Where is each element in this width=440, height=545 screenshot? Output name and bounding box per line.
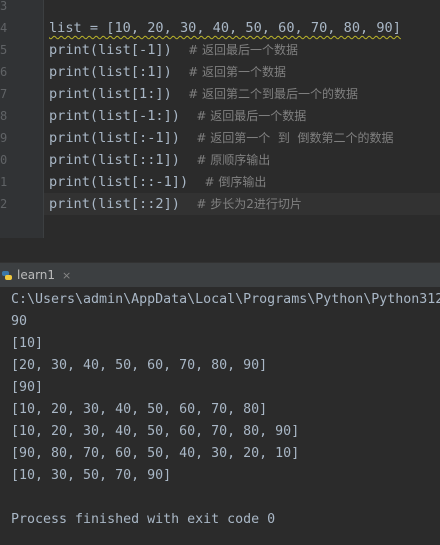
console-line: [10] bbox=[11, 336, 44, 351]
console-line: [90, 80, 70, 60, 50, 40, 30, 20, 10] bbox=[11, 446, 300, 461]
line-number: 0 bbox=[0, 153, 8, 167]
code-comment: # 返回第一个数据 bbox=[188, 65, 287, 79]
close-icon[interactable]: × bbox=[62, 269, 71, 282]
console-line: 90 bbox=[11, 314, 28, 329]
code-text: print(list[::-1]) bbox=[49, 174, 189, 190]
line-number: 2 bbox=[0, 197, 8, 211]
code-comment: # 返回第二个到最后一个的数据 bbox=[188, 87, 359, 101]
line-number: 4 bbox=[0, 21, 8, 35]
code-text: print(list[:-1]) bbox=[49, 130, 180, 146]
code-editor[interactable]: 3 4 5 6 7 8 9 0 1 2 list = [10, 20, 30, … bbox=[0, 0, 440, 238]
line-number: 5 bbox=[0, 43, 8, 57]
code-text: print(list[:1]) bbox=[49, 64, 172, 80]
line-number: 1 bbox=[0, 175, 8, 189]
code-comment: # 返回第一个 到 倒数第二个的数据 bbox=[196, 131, 394, 145]
console-line: [10, 20, 30, 40, 50, 60, 70, 80, 90] bbox=[11, 424, 300, 439]
code-comment: # 原顺序输出 bbox=[196, 153, 271, 167]
code-line[interactable]: list = [10, 20, 30, 40, 50, 60, 70, 80, … bbox=[49, 17, 401, 39]
line-number-gutter: 3 4 5 6 7 8 9 0 1 2 bbox=[0, 0, 44, 238]
python-icon bbox=[2, 269, 12, 281]
console-line: [20, 30, 40, 50, 60, 70, 80, 90] bbox=[11, 358, 268, 373]
console-line: [90] bbox=[11, 380, 44, 395]
run-tool-window-header: learn1 × bbox=[0, 262, 440, 287]
current-code-line[interactable]: print(list[::2]) # 步长为2进行切片 bbox=[44, 193, 440, 215]
console-line: C:\Users\admin\AppData\Local\Programs\Py… bbox=[11, 292, 440, 307]
code-text: print(list[::1]) bbox=[49, 152, 180, 168]
line-number: 3 bbox=[0, 0, 8, 13]
code-comment: # 返回最后一个数据 bbox=[188, 43, 299, 57]
code-text: print(list[1:]) bbox=[49, 86, 172, 102]
code-line[interactable]: print(list[::-1]) # 倒序输出 bbox=[49, 171, 266, 193]
run-console[interactable]: C:\Users\admin\AppData\Local\Programs\Py… bbox=[0, 287, 440, 545]
code-text: print(list[-1]) bbox=[49, 42, 172, 58]
line-number: 8 bbox=[0, 109, 8, 123]
process-exit-message: Process finished with exit code 0 bbox=[11, 512, 276, 527]
code-line[interactable]: print(list[::1]) # 原顺序输出 bbox=[49, 149, 270, 171]
console-line: [10, 30, 50, 70, 90] bbox=[11, 468, 172, 483]
code-comment: # 倒序输出 bbox=[204, 175, 267, 189]
code-line[interactable]: print(list[-1]) # 返回最后一个数据 bbox=[49, 39, 298, 61]
editor-bottom-area bbox=[0, 238, 440, 262]
code-text: list = [10, 20, 30, 40, 50, 60, 70, 80, … bbox=[49, 20, 401, 36]
console-line: [10, 20, 30, 40, 50, 60, 70, 80] bbox=[11, 402, 268, 417]
line-number: 9 bbox=[0, 131, 8, 145]
code-line[interactable]: print(list[1:]) # 返回第二个到最后一个的数据 bbox=[49, 83, 358, 105]
code-line[interactable]: print(list[:1]) # 返回第一个数据 bbox=[49, 61, 286, 83]
code-line[interactable]: print(list[-1:]) # 返回最后一个数据 bbox=[49, 105, 306, 127]
code-comment: # 返回最后一个数据 bbox=[196, 109, 307, 123]
run-tab-label: learn1 bbox=[17, 268, 56, 282]
run-tab[interactable]: learn1 × bbox=[0, 263, 71, 287]
code-text: print(list[::2]) bbox=[49, 196, 180, 212]
line-number: 7 bbox=[0, 87, 8, 101]
code-comment: # 步长为2进行切片 bbox=[196, 197, 302, 211]
line-number: 6 bbox=[0, 65, 8, 79]
code-line[interactable]: print(list[:-1]) # 返回第一个 到 倒数第二个的数据 bbox=[49, 127, 393, 149]
code-text: print(list[-1:]) bbox=[49, 108, 180, 124]
